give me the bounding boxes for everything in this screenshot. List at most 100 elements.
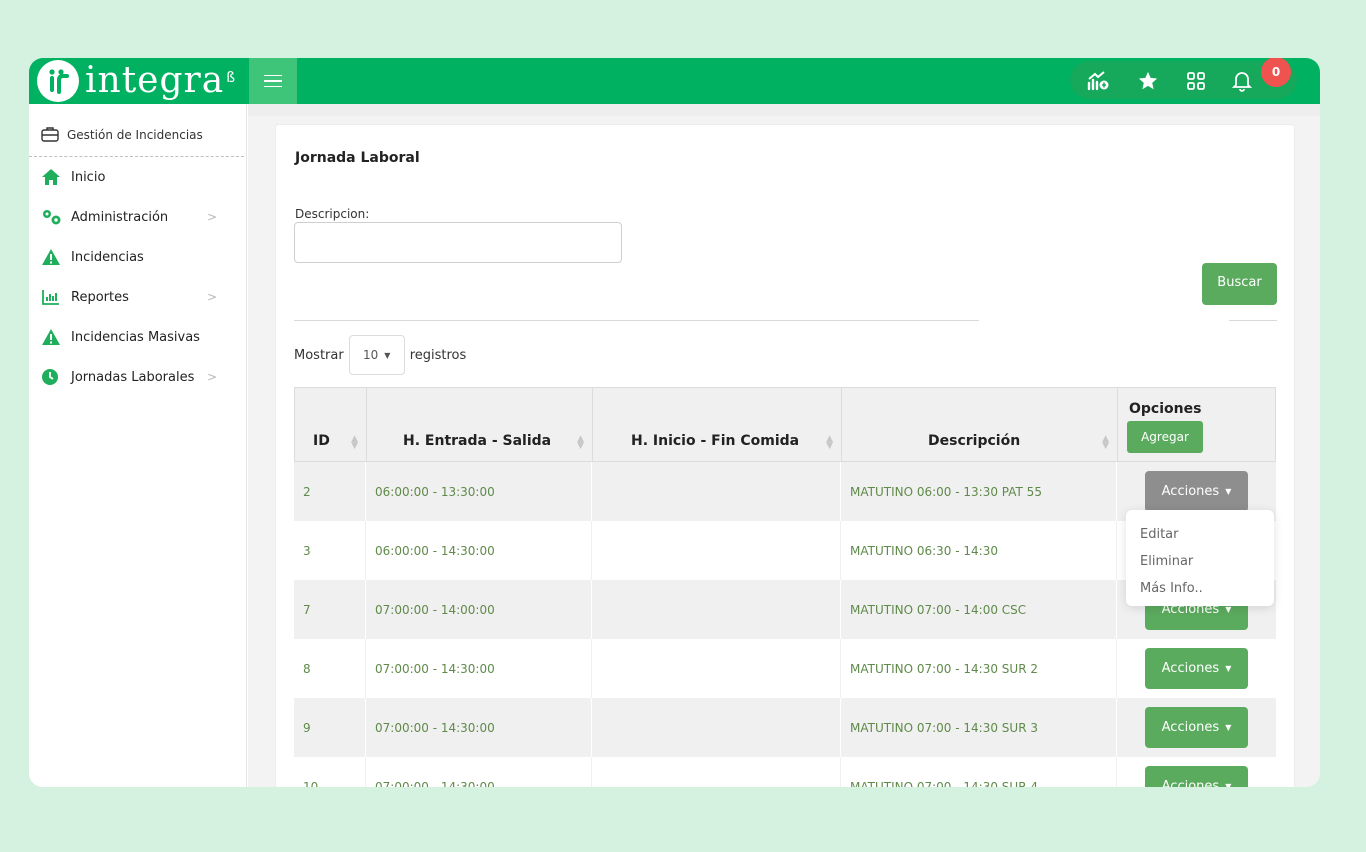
- show-label: Mostrar: [294, 347, 344, 363]
- sidebar-item-label: Incidencias: [71, 249, 144, 265]
- sidebar-item-label: Jornadas Laborales: [71, 369, 195, 385]
- chevron-right-icon: >: [207, 210, 218, 224]
- sidebar: Gestión de Incidencias Inicio Administra…: [29, 104, 247, 787]
- page-length-select[interactable]: 10 ▼: [348, 335, 405, 375]
- page-title: Jornada Laboral: [295, 150, 420, 166]
- hamburger-line: [264, 74, 282, 77]
- menu-item-eliminar[interactable]: Eliminar: [1126, 548, 1274, 575]
- sidebar-item-label: Administración: [71, 209, 169, 225]
- sidebar-item-label: Reportes: [71, 289, 129, 305]
- sort-icon: ▲ ▼: [577, 434, 584, 451]
- notification-badge[interactable]: 0: [1261, 58, 1291, 87]
- cell-comida: [592, 639, 841, 698]
- cell-comida: [592, 521, 841, 580]
- star-icon[interactable]: [1136, 69, 1160, 93]
- growth-chart-icon[interactable]: [1086, 69, 1110, 93]
- cell-id: 2: [294, 462, 366, 521]
- sidebar-item-label: Inicio: [71, 169, 106, 185]
- hamburger-line: [264, 80, 282, 82]
- caret-down-icon: ▼: [1225, 487, 1232, 496]
- column-header-descripcion[interactable]: Descripción ▲ ▼: [842, 388, 1118, 463]
- table-row: 10 07:00:00 - 14:30:00 MATUTINO 07:00 - …: [294, 757, 1276, 787]
- cell-entrada: 07:00:00 - 14:30:00: [366, 757, 592, 787]
- table-row: 8 07:00:00 - 14:30:00 MATUTINO 07:00 - 1…: [294, 639, 1276, 698]
- search-button[interactable]: Buscar: [1202, 263, 1277, 305]
- sidebar-item-incidencias-masivas[interactable]: Incidencias Masivas: [29, 317, 246, 357]
- cell-entrada: 07:00:00 - 14:00:00: [366, 580, 592, 639]
- cell-entrada: 06:00:00 - 13:30:00: [366, 462, 592, 521]
- sidebar-item-jornadas-laborales[interactable]: Jornadas Laborales >: [29, 357, 246, 397]
- actions-button[interactable]: Acciones ▼: [1145, 707, 1248, 748]
- main-top-strip: [248, 104, 1320, 116]
- cell-id: 7: [294, 580, 366, 639]
- sidebar-item-incidencias[interactable]: Incidencias: [29, 237, 246, 277]
- column-header-label: Opciones: [1129, 401, 1202, 417]
- cell-id: 8: [294, 639, 366, 698]
- cell-descripcion: MATUTINO 07:00 - 14:30 SUR 3: [841, 698, 1117, 757]
- top-icons-group: 0: [1070, 58, 1297, 99]
- records-label: registros: [409, 347, 467, 363]
- clock-icon: [41, 368, 63, 386]
- warning-icon: [41, 248, 63, 266]
- sidebar-item-administracion[interactable]: Administración >: [29, 197, 246, 237]
- apps-grid-icon[interactable]: [1184, 69, 1208, 93]
- column-header-comida[interactable]: H. Inicio - Fin Comida ▲ ▼: [593, 388, 842, 463]
- cell-id: 9: [294, 698, 366, 757]
- cell-descripcion: MATUTINO 07:00 - 14:00 CSC: [841, 580, 1117, 639]
- home-icon: [41, 168, 63, 186]
- cell-comida: [592, 580, 841, 639]
- actions-button-label: Acciones: [1161, 484, 1220, 499]
- column-header-entrada[interactable]: H. Entrada - Salida ▲ ▼: [367, 388, 593, 463]
- divider: [294, 320, 979, 321]
- cell-descripcion: MATUTINO 06:00 - 13:30 PAT 55: [841, 462, 1117, 521]
- table-row: 9 07:00:00 - 14:30:00 MATUTINO 07:00 - 1…: [294, 698, 1276, 757]
- hamburger-line: [264, 85, 282, 88]
- cell-comida: [592, 757, 841, 787]
- page-length-value: 10: [362, 348, 379, 362]
- page-length-control: Mostrar 10 ▼ registros: [294, 335, 466, 375]
- actions-button-label: Acciones: [1161, 661, 1220, 676]
- app-window: integra ß 0 Gestión de Incidencias Inici…: [29, 58, 1320, 787]
- actions-button-label: Acciones: [1161, 779, 1220, 787]
- column-header-id[interactable]: ID ▲ ▼: [295, 388, 367, 463]
- actions-button[interactable]: Acciones ▼: [1145, 648, 1248, 689]
- cell-id: 10: [294, 757, 366, 787]
- menu-item-editar[interactable]: Editar: [1126, 521, 1274, 548]
- main-content: Jornada Laboral Descripcion: Buscar Most…: [248, 104, 1320, 787]
- sidebar-item-label: Incidencias Masivas: [71, 329, 200, 345]
- sort-icon: ▲ ▼: [826, 434, 833, 451]
- column-header-label: H. Inicio - Fin Comida: [631, 433, 800, 449]
- briefcase-icon: [41, 126, 59, 145]
- logo-person-icon: [37, 60, 79, 102]
- description-label: Descripcion:: [295, 207, 370, 221]
- menu-item-mas-info[interactable]: Más Info..: [1126, 575, 1274, 602]
- sidebar-header: Gestión de Incidencias: [29, 104, 244, 157]
- jornada-card: Jornada Laboral Descripcion: Buscar Most…: [275, 124, 1295, 787]
- cell-entrada: 07:00:00 - 14:30:00: [366, 639, 592, 698]
- actions-button[interactable]: Acciones ▼: [1145, 471, 1248, 512]
- sidebar-header-label: Gestión de Incidencias: [67, 128, 203, 142]
- sidebar-item-reportes[interactable]: Reportes >: [29, 277, 246, 317]
- actions-button[interactable]: Acciones ▼: [1145, 766, 1248, 787]
- brand-logo[interactable]: integra ß: [37, 60, 249, 102]
- divider: [1229, 320, 1277, 321]
- cell-entrada: 07:00:00 - 14:30:00: [366, 698, 592, 757]
- caret-down-icon: ▼: [1225, 723, 1232, 732]
- description-input[interactable]: [294, 222, 622, 263]
- table-header-row: ID ▲ ▼ H. Entrada - Salida ▲ ▼ H. Inicio -…: [294, 387, 1276, 463]
- add-button[interactable]: Agregar: [1127, 421, 1203, 453]
- chevron-right-icon: >: [207, 290, 218, 304]
- caret-down-icon: ▼: [1225, 605, 1232, 614]
- chevron-right-icon: >: [207, 370, 218, 384]
- sidebar-item-inicio[interactable]: Inicio: [29, 157, 246, 197]
- bell-icon[interactable]: [1230, 69, 1254, 93]
- logo-symbol: ß: [226, 70, 236, 86]
- hamburger-menu-button[interactable]: [249, 58, 297, 104]
- actions-button-label: Acciones: [1161, 720, 1220, 735]
- column-header-label: ID: [313, 433, 330, 449]
- actions-dropdown-menu: Editar Eliminar Más Info..: [1126, 510, 1274, 606]
- column-header-label: Descripción: [928, 433, 1021, 449]
- column-header-label: H. Entrada - Salida: [403, 433, 552, 449]
- cell-descripcion: MATUTINO 06:30 - 14:30: [841, 521, 1117, 580]
- cell-comida: [592, 462, 841, 521]
